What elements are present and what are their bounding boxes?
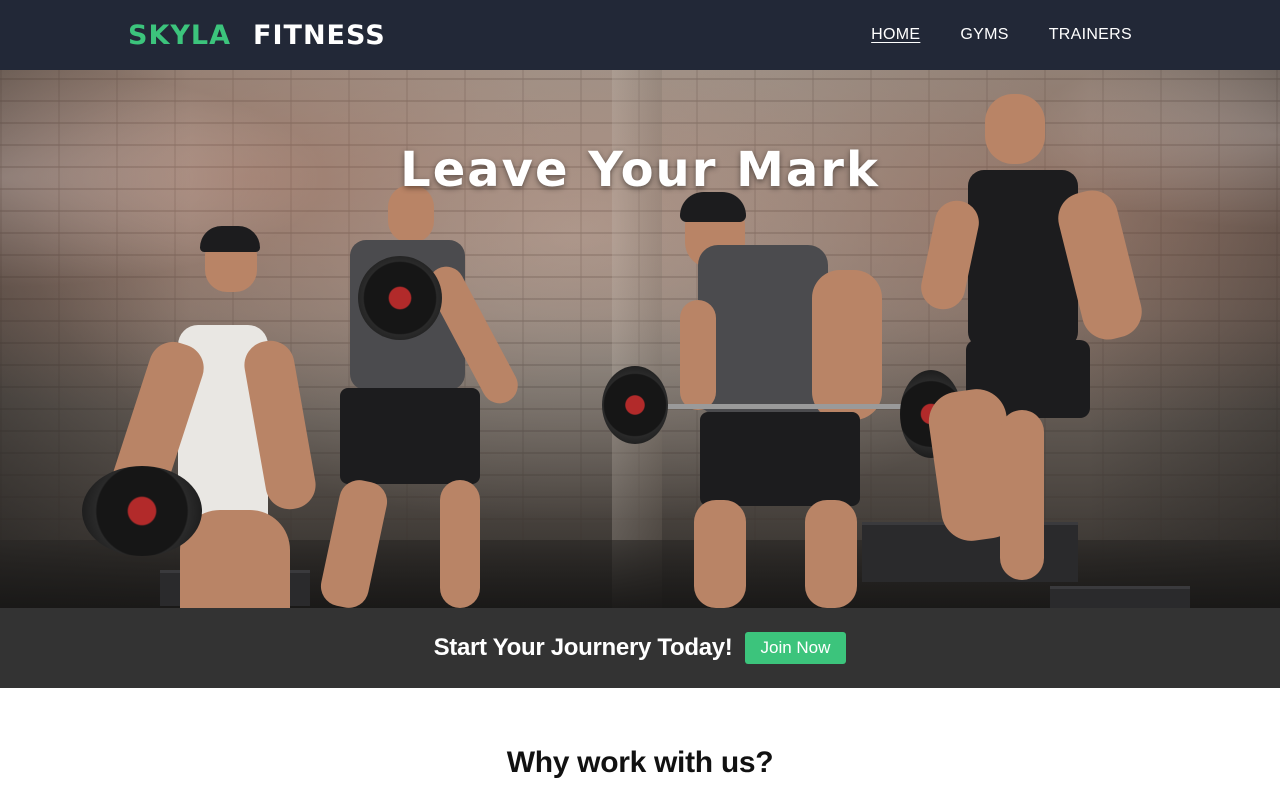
nav-link-gyms[interactable]: GYMS <box>960 26 1008 44</box>
join-now-button[interactable]: Join Now <box>744 632 847 664</box>
logo-text-fitness: FITNESS <box>253 19 386 51</box>
main-nav: HOME GYMS TRAINERS <box>831 0 1132 70</box>
why-title: Why work with us? <box>506 746 774 779</box>
site-header: SKYLA FITNESS HOME GYMS TRAINERS <box>0 0 1280 70</box>
nav-link-home[interactable]: HOME <box>871 26 920 44</box>
hero-title: Leave Your Mark <box>400 142 880 198</box>
hero-banner: Leave Your Mark <box>0 70 1280 608</box>
cta-text: Start Your Journery Today! <box>433 634 733 661</box>
brand-logo[interactable]: SKYLA FITNESS <box>128 18 386 52</box>
logo-text-skyla: SKYLA <box>128 19 232 51</box>
cta-banner: Start Your Journery Today! Join Now <box>0 608 1280 688</box>
why-subtitle <box>0 794 1280 800</box>
nav-link-trainers[interactable]: TRAINERS <box>1049 26 1132 44</box>
